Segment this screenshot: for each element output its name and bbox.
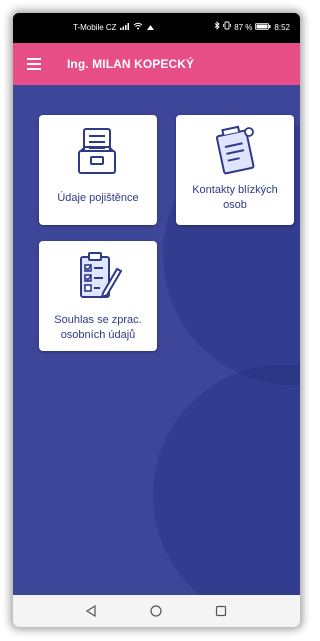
system-nav-bar xyxy=(13,595,300,627)
vibrate-icon xyxy=(223,13,232,43)
recents-square-icon[interactable] xyxy=(205,595,237,627)
clock: 8:52 xyxy=(274,23,290,32)
tile-data-consent[interactable]: Souhlas se zprac. osobních údajů xyxy=(39,241,157,351)
background-decoration xyxy=(153,365,300,595)
archive-box-icon xyxy=(73,123,123,179)
signal-icon xyxy=(119,13,130,43)
main-content: Údaje pojištěnce Kontakty blízkých osob xyxy=(13,85,300,595)
status-left: T-Mobile CZ xyxy=(73,13,155,43)
back-triangle-icon[interactable] xyxy=(75,595,107,627)
tile-label: Kontakty blízkých osob xyxy=(192,184,278,211)
bluetooth-icon xyxy=(214,13,220,43)
checklist-pen-icon xyxy=(73,249,123,305)
tile-close-contacts[interactable]: Kontakty blízkých osob xyxy=(176,115,294,225)
carrier-name: T-Mobile CZ xyxy=(73,23,117,32)
app-bar: Ing. MILAN KOPECKÝ xyxy=(13,43,300,85)
document-list-icon xyxy=(210,123,260,179)
home-circle-icon[interactable] xyxy=(140,595,172,627)
status-bar: T-Mobile CZ 87 % 8:52 xyxy=(13,13,300,43)
hamburger-menu-icon[interactable] xyxy=(27,55,45,73)
tile-insured-data[interactable]: Údaje pojištěnce xyxy=(39,115,157,225)
tile-label: Souhlas se zprac. osobních údajů xyxy=(54,314,142,341)
status-right: 87 % 8:52 xyxy=(214,13,290,43)
wifi-icon xyxy=(133,13,143,43)
cloud-icon xyxy=(146,13,155,43)
tile-label: Údaje pojištěnce xyxy=(57,192,139,204)
battery-icon xyxy=(255,13,271,43)
page-title: Ing. MILAN KOPECKÝ xyxy=(67,57,195,71)
phone-screen: T-Mobile CZ 87 % 8:52 Ing. MILAN KOPECKÝ… xyxy=(13,13,300,627)
battery-percent: 87 % xyxy=(234,23,253,32)
